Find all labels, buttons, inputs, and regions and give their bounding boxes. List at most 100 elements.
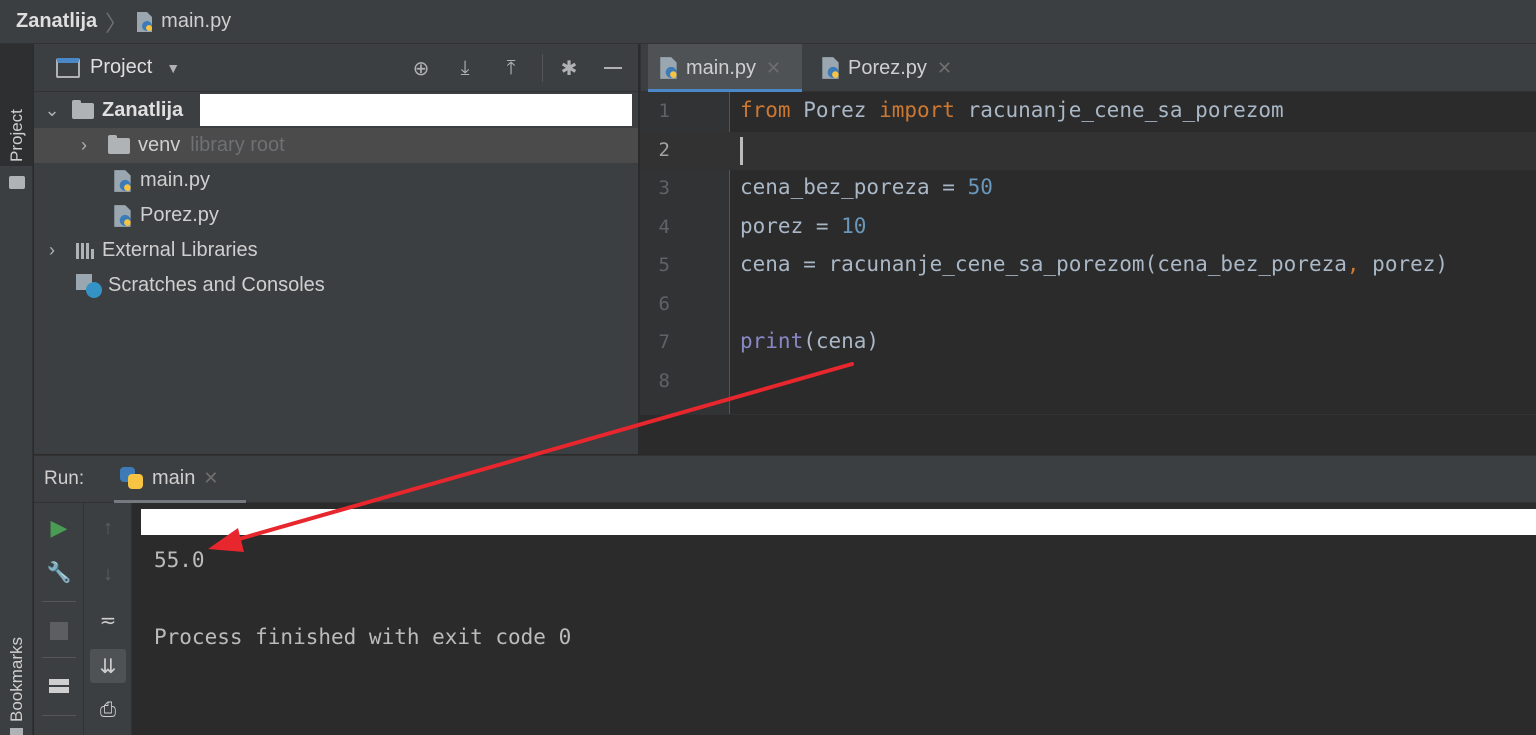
stop-icon[interactable] (50, 622, 68, 640)
project-view-icon (56, 58, 80, 78)
code-text: cena_bez_poreza = (740, 175, 968, 199)
tree-item-porez-py[interactable]: Porez.py (34, 198, 638, 233)
wrench-icon[interactable]: 🔧 (47, 561, 72, 584)
code-comma: , (1346, 252, 1360, 276)
library-icon (76, 242, 94, 259)
python-icon (120, 467, 144, 489)
run-console[interactable] (132, 503, 1536, 735)
tab-label: Porez.py (848, 56, 927, 79)
toolbar-divider (542, 54, 543, 82)
code-line: print(cena) (740, 329, 879, 353)
play-icon[interactable]: ▶ (48, 515, 70, 540)
toolbar-divider (42, 715, 76, 716)
breadcrumb: Zanatlija 〉 main.py (0, 0, 1536, 44)
expand-all-icon[interactable]: ⤓ (452, 55, 478, 81)
code-text: porez) (1359, 252, 1449, 276)
project-tool-label: Project (7, 109, 26, 162)
redaction-box (141, 509, 1536, 535)
tree-item-main-py[interactable]: main.py (34, 163, 638, 198)
run-panel-header: Run: main ✕ (34, 455, 1536, 503)
chevron-down-icon[interactable]: ⌄ (42, 100, 62, 121)
code-number: 10 (841, 214, 867, 238)
tree-item-label: venv (138, 134, 181, 156)
python-file-icon (822, 57, 839, 79)
run-tab-main[interactable]: main ✕ (114, 456, 246, 503)
folder-icon (9, 176, 25, 189)
bookmark-icon (10, 728, 23, 735)
bookmarks-tool-window-button[interactable]: Bookmarks (0, 610, 33, 735)
code-text: porez = (740, 214, 842, 238)
chevron-down-icon: ▼ (166, 59, 181, 76)
code-line: cena = racunanje_cene_sa_porezom(cena_be… (740, 252, 1448, 276)
console-output-value: 55.0 (154, 548, 205, 572)
scroll-to-end-icon[interactable]: ⇊ (90, 649, 126, 683)
folder-icon (108, 134, 130, 154)
close-icon[interactable]: ✕ (766, 58, 781, 79)
line-number: 3 (658, 177, 670, 199)
code-line: from Porez import racunanje_cene_sa_pore… (740, 98, 1284, 122)
code-line: porez = 10 (740, 214, 866, 238)
tree-item-label: main.py (140, 169, 211, 191)
toolbar-divider (42, 601, 76, 602)
code-builtin: print (740, 329, 804, 353)
code-line: cena_bez_poreza = 50 (740, 175, 993, 199)
layout-icon[interactable] (49, 679, 69, 693)
breadcrumb-separator: 〉 (105, 10, 128, 36)
library-root-note: library root (190, 134, 285, 156)
hide-panel-icon[interactable] (604, 67, 622, 69)
line-number: 1 (658, 100, 670, 122)
breadcrumb-file[interactable]: main.py (135, 10, 231, 33)
code-text: (cena) (803, 329, 880, 353)
line-number: 8 (658, 370, 670, 392)
arrow-up-icon[interactable]: ↑ (97, 517, 119, 539)
code-keyword: from (740, 98, 791, 122)
tab-porez-py[interactable]: Porez.py ✕ (810, 44, 970, 92)
tree-item-label: Porez.py (140, 204, 219, 226)
code-text: cena = racunanje_cene_sa_porezom(cena_be… (740, 252, 1347, 276)
line-number: 4 (658, 216, 670, 238)
run-tab-label: main (152, 466, 196, 489)
close-icon[interactable]: ✕ (937, 58, 952, 79)
chevron-right-icon[interactable]: › (74, 135, 94, 156)
close-icon[interactable]: ✕ (203, 468, 218, 489)
tree-item-scratches[interactable]: Scratches and Consoles (34, 268, 638, 303)
project-panel-header: Project ▼ ⊕ ⤓ ⤒ ✱ (34, 44, 638, 92)
gear-icon[interactable]: ✱ (556, 55, 582, 81)
python-file-icon (114, 204, 131, 227)
tree-item-label: External Libraries (102, 239, 258, 261)
tree-item-external-libraries[interactable]: › External Libraries (34, 233, 638, 268)
soft-wrap-icon[interactable]: ≂ (97, 609, 119, 632)
tree-item-label: Scratches and Consoles (108, 274, 325, 296)
scratches-icon (76, 273, 102, 298)
arrow-down-icon[interactable]: ↓ (97, 563, 119, 585)
tree-item-venv[interactable]: › venv library root (34, 128, 638, 163)
project-view-dropdown[interactable]: Project ▼ (90, 56, 180, 79)
text-caret (740, 137, 743, 165)
code-text: Porez (790, 98, 880, 122)
python-file-icon (114, 169, 131, 192)
python-file-icon (660, 57, 677, 79)
project-view-label: Project (90, 56, 153, 78)
run-label: Run: (44, 468, 85, 489)
locate-file-icon[interactable]: ⊕ (408, 55, 434, 81)
line-number: 7 (658, 331, 670, 353)
editor-empty-area (640, 414, 1536, 454)
chevron-right-icon[interactable]: › (42, 240, 62, 261)
project-tool-window-button[interactable]: Project (0, 44, 33, 189)
tree-item-label: Zanatlija (102, 99, 184, 121)
code-text: racunanje_cene_sa_porezom (954, 98, 1284, 122)
tree-item-zanatlija[interactable]: ⌄ Zanatlija (34, 93, 638, 128)
run-toolbar-secondary: ↑ ↓ ≂ ⇊ ⎙ (84, 503, 132, 735)
current-line-highlight (640, 132, 1536, 170)
print-icon[interactable]: ⎙ (97, 699, 119, 721)
tab-main-py[interactable]: main.py ✕ (648, 44, 802, 92)
breadcrumb-project[interactable]: Zanatlija (16, 10, 97, 33)
line-number: 6 (658, 293, 670, 315)
line-number: 5 (658, 254, 670, 276)
code-number: 50 (967, 175, 993, 199)
breadcrumb-file-label: main.py (161, 10, 232, 32)
console-exit-message: Process finished with exit code 0 (154, 625, 572, 649)
collapse-all-icon[interactable]: ⤒ (498, 55, 524, 81)
redaction-box (200, 94, 632, 126)
bookmarks-tool-label: Bookmarks (7, 636, 26, 722)
